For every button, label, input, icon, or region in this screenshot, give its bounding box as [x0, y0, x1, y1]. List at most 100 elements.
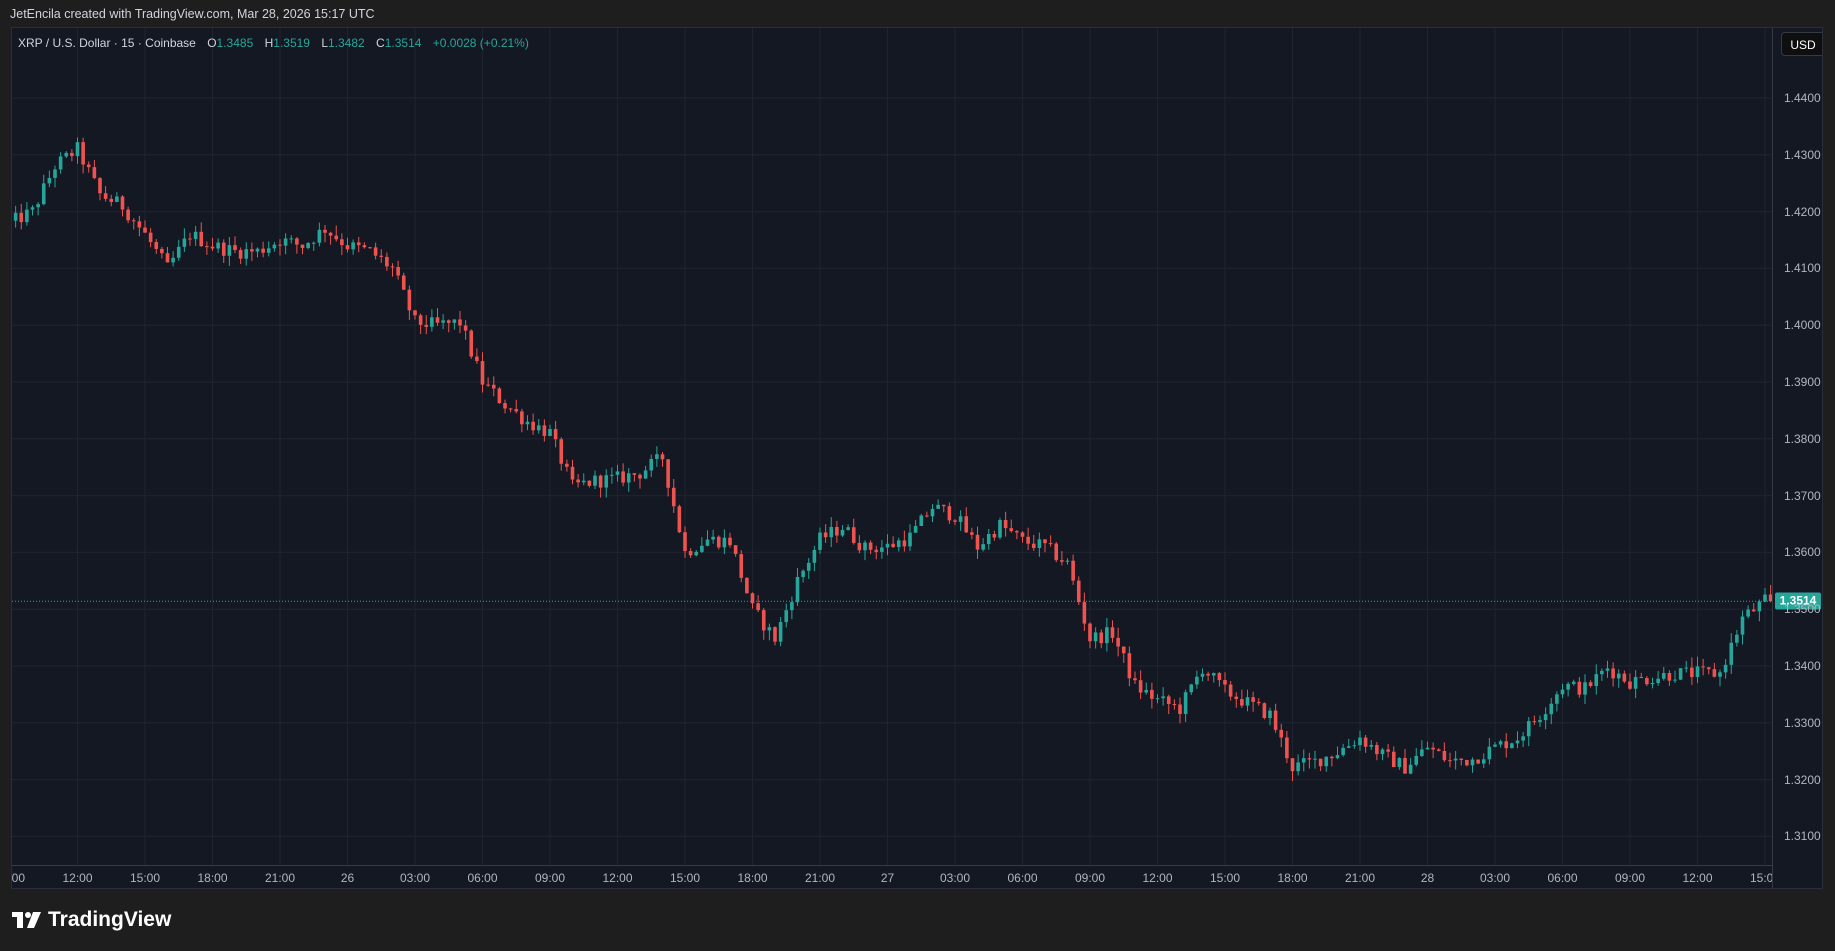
- candle-body: [182, 238, 187, 247]
- price-tick-label: 1.4000: [1784, 318, 1821, 333]
- time-tick-label: 15:00: [669, 871, 701, 885]
- candle-body: [1729, 642, 1734, 665]
- candle-body: [953, 520, 957, 522]
- currency-button[interactable]: USD: [1781, 32, 1822, 56]
- candle-body: [1436, 749, 1441, 751]
- candle-body: [683, 532, 687, 552]
- candle-body: [1532, 721, 1537, 723]
- price-tick-label: 1.3500: [1784, 602, 1821, 617]
- candle-body: [64, 152, 69, 157]
- candle-body: [936, 504, 940, 509]
- candle-body: [491, 384, 496, 389]
- candle-body: [756, 603, 760, 611]
- time-tick-label: 21:00: [804, 871, 836, 885]
- candle-body: [1706, 667, 1711, 670]
- candle-body: [1234, 696, 1239, 700]
- candle-body: [430, 317, 434, 327]
- candle-body: [413, 310, 417, 316]
- time-axis[interactable]: 09:00 12:00 15:00 18:00 21:00 26 03:00 06:00 09:…: [12, 865, 1772, 888]
- candle-body: [1493, 744, 1497, 747]
- candle-body: [379, 255, 384, 257]
- candle-body: [1003, 520, 1008, 529]
- candle-body: [986, 533, 991, 545]
- candle-body: [1633, 676, 1638, 689]
- candle-body: [1161, 696, 1165, 699]
- price-plot[interactable]: XRP / U.S. Dollar · 15 · Coinbase O1.348…: [12, 28, 1772, 865]
- candle-body: [1763, 594, 1767, 602]
- time-tick-label: 09:00: [534, 871, 566, 885]
- candle-body: [109, 198, 114, 202]
- candle-body: [244, 249, 249, 259]
- candle-body: [581, 480, 586, 483]
- candle-body: [1690, 667, 1694, 678]
- symbol-title[interactable]: XRP / U.S. Dollar · 15 · Coinbase: [18, 36, 196, 50]
- low-value: 1.3482: [328, 36, 365, 50]
- candle-body: [1431, 747, 1435, 750]
- candle-body: [874, 549, 879, 552]
- candle-body: [1363, 737, 1368, 747]
- candle-body: [1020, 532, 1025, 537]
- candle-body: [210, 246, 215, 249]
- candle-body: [47, 177, 52, 184]
- candle-body: [1093, 632, 1098, 642]
- candle-body: [1166, 696, 1171, 705]
- candle-body: [283, 238, 288, 246]
- candle-body: [863, 542, 867, 551]
- candle-body: [306, 243, 310, 248]
- candle-body: [716, 536, 721, 548]
- candle-body: [812, 549, 817, 563]
- time-tick-label: 15:00: [1209, 871, 1241, 885]
- price-tick-label: 1.3900: [1784, 375, 1821, 389]
- candle-body: [1172, 704, 1177, 706]
- candle-body: [1369, 744, 1374, 747]
- candle-body: [1206, 673, 1210, 676]
- candle-body: [1076, 580, 1081, 603]
- tradingview-logo[interactable]: TradingView: [12, 908, 171, 932]
- candle-body: [193, 231, 198, 239]
- candle-body: [1403, 757, 1407, 774]
- candle-body: [784, 610, 789, 623]
- time-tick-label: 03:00: [399, 871, 431, 885]
- candle-body: [115, 196, 119, 202]
- candle-body: [598, 475, 603, 488]
- candle-body: [666, 459, 670, 488]
- candle-body: [1279, 729, 1284, 738]
- candle-body: [818, 532, 822, 550]
- candle-body: [328, 232, 333, 236]
- candle-body: [891, 543, 895, 548]
- candle-body: [1144, 689, 1149, 693]
- candle-body: [1330, 756, 1334, 759]
- candle-body: [570, 466, 575, 480]
- candle-body: [621, 471, 625, 483]
- price-axis[interactable]: USD 1.3514 1.4400 1.4300 1.4200 1.4100 1.400…: [1772, 28, 1822, 888]
- chart-frame[interactable]: XRP / U.S. Dollar · 15 · Coinbase O1.348…: [11, 27, 1823, 889]
- candle-body: [1324, 756, 1329, 767]
- candle-body: [137, 221, 142, 228]
- candle-body: [649, 458, 654, 471]
- candle-body: [255, 248, 260, 252]
- time-tick-label: 06:00: [467, 871, 498, 885]
- candle-body: [1442, 750, 1447, 761]
- candle-body: [1735, 634, 1739, 643]
- candle-body: [480, 361, 485, 385]
- candle-body: [728, 537, 732, 546]
- candle-body: [58, 156, 63, 170]
- close-value: 1.3514: [384, 36, 422, 50]
- candle-body: [1375, 744, 1379, 755]
- candle-body: [1290, 758, 1295, 772]
- candle-body: [452, 319, 457, 323]
- candle-body: [1476, 759, 1480, 764]
- candle-body: [520, 411, 524, 425]
- candle-body: [1352, 745, 1357, 747]
- candle-body: [739, 554, 744, 578]
- candle-body: [1341, 747, 1345, 756]
- high-label: H: [264, 36, 274, 50]
- candle-body: [790, 602, 794, 611]
- candle-body: [1150, 689, 1154, 699]
- candlestick-chart[interactable]: [12, 28, 1772, 865]
- candle-body: [587, 480, 592, 486]
- candle-body: [266, 248, 271, 253]
- candle-body: [880, 547, 884, 552]
- candle-body: [1656, 678, 1660, 684]
- candle-body: [919, 515, 924, 526]
